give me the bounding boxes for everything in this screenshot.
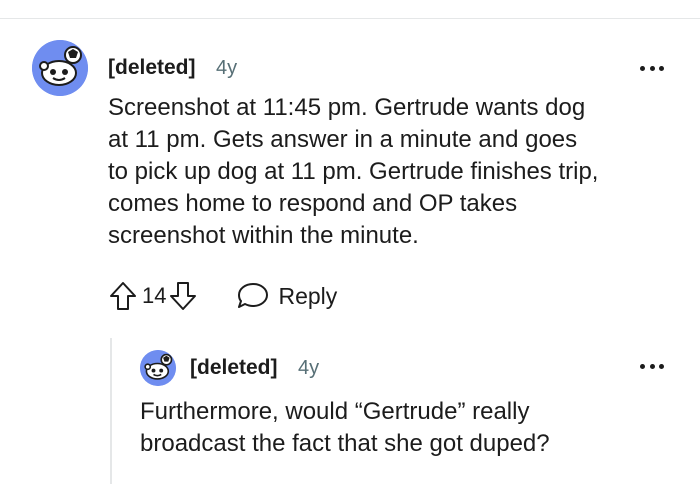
reply-age: 4y [298,357,320,379]
comment-body-line: to pick up dog at 11 pm. Gertrude finish… [108,158,599,185]
reply-body-line: Furthermore, would “Gertrude” really [140,398,530,425]
reply-label: Reply [278,282,338,309]
reply-body-line: broadcast the fact that she got duped? [140,430,550,457]
reply-avatar[interactable] [140,350,176,386]
comment-author[interactable]: [deleted] [108,56,196,80]
top-divider [0,18,700,19]
more-options-icon[interactable] [640,358,664,374]
downvote-icon[interactable] [168,280,198,312]
comment-body-line: comes home to respond and OP takes [108,190,518,217]
upvote-icon[interactable] [108,280,138,312]
comment-body: Screenshot at 11:45 pm. Gertrude wants d… [108,92,688,252]
speech-bubble-icon [238,283,269,308]
thread-line[interactable] [110,338,112,484]
snoo-avatar-icon [32,40,88,96]
comment-age: 4y [216,57,238,79]
vote-score: 14 [142,283,167,308]
avatar[interactable] [32,40,88,96]
comment-body-line: Screenshot at 11:45 pm. Gertrude wants d… [108,94,586,121]
comment-body-line: screenshot within the minute. [108,222,419,249]
comment-body-line: at 11 pm. Gets answer in a minute and go… [108,126,578,153]
reply-body: Furthermore, would “Gertrude” really bro… [140,396,680,460]
comment-actions: 14 Reply [108,278,337,314]
reply-button[interactable]: Reply [236,281,337,311]
reply-author[interactable]: [deleted] [190,356,278,380]
more-options-icon[interactable] [640,60,664,76]
snoo-avatar-icon [140,350,176,386]
